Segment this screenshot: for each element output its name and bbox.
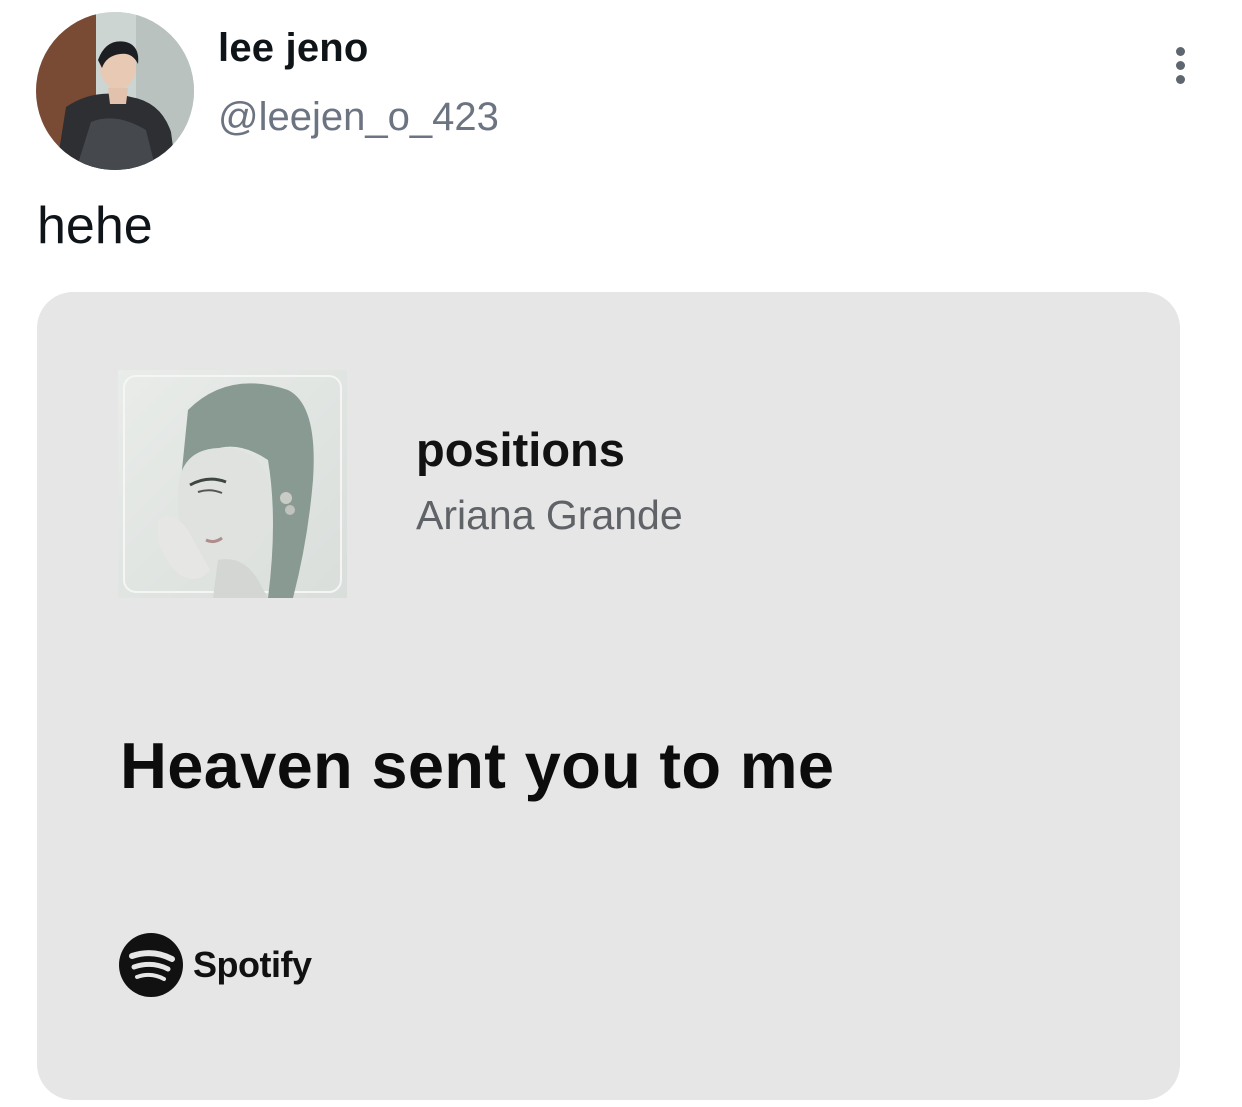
lyric-text: Heaven sent you to me xyxy=(120,729,835,802)
avatar-photo xyxy=(36,12,194,170)
album-cover xyxy=(118,370,347,598)
tweet-text: hehe xyxy=(37,197,153,255)
author-avatar[interactable] xyxy=(36,12,194,170)
song-title: positions xyxy=(416,423,625,476)
spotify-wordmark: Spotify xyxy=(193,944,312,985)
spotify-logo: Spotify xyxy=(119,933,312,997)
more-vertical-icon xyxy=(1175,46,1185,56)
author-display-name[interactable]: lee jeno xyxy=(218,26,369,71)
spotify-lyric-card[interactable]: positions Ariana Grande Heaven sent you … xyxy=(37,292,1180,1100)
more-vertical-icon-dot xyxy=(1175,74,1185,84)
author-handle[interactable]: @leejen_o_423 xyxy=(218,95,499,140)
artist-name: Ariana Grande xyxy=(416,492,683,538)
album-art-image xyxy=(118,370,347,598)
more-options-button[interactable] xyxy=(1160,40,1200,90)
spotify-icon xyxy=(119,933,183,997)
more-vertical-icon-dot xyxy=(1175,60,1185,70)
